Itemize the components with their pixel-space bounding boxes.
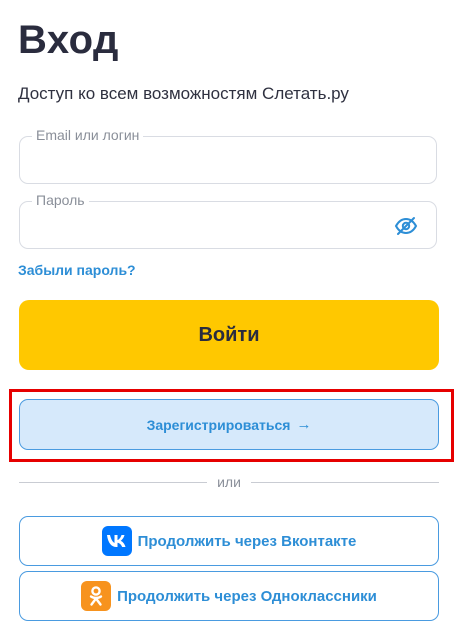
- login-field-label: Email или логин: [32, 127, 144, 143]
- register-label: Зарегистрироваться: [146, 416, 291, 433]
- login-button[interactable]: Войти: [19, 300, 439, 370]
- ok-login-label: Продолжить через Одноклассники: [117, 587, 377, 605]
- forgot-password-link[interactable]: Забыли пароль?: [18, 262, 136, 278]
- vk-login-label: Продолжить через Вконтакте: [137, 532, 357, 550]
- register-button[interactable]: Зарегистрироваться →: [19, 399, 439, 450]
- login-field[interactable]: Email или логин: [19, 127, 437, 184]
- or-divider: или: [19, 473, 439, 491]
- page-subtitle: Доступ ко всем возможностям Слетать.ру: [18, 84, 349, 103]
- odnoklassniki-icon: [81, 581, 112, 611]
- password-field-label: Пароль: [32, 192, 89, 208]
- divider-text: или: [217, 474, 241, 490]
- ok-login-button[interactable]: Продолжить через Одноклассники: [19, 571, 439, 621]
- arrow-right-icon: →: [296, 416, 312, 433]
- password-field[interactable]: Пароль: [19, 192, 437, 249]
- vk-icon: [101, 526, 132, 556]
- password-input[interactable]: [34, 212, 398, 240]
- vk-login-button[interactable]: Продолжить через Вконтакте: [19, 516, 439, 566]
- divider-line-right: [250, 481, 439, 483]
- page-title: Вход: [18, 18, 119, 62]
- eye-slash-icon[interactable]: [394, 214, 418, 238]
- login-input[interactable]: [34, 147, 398, 175]
- divider-line-left: [19, 481, 208, 483]
